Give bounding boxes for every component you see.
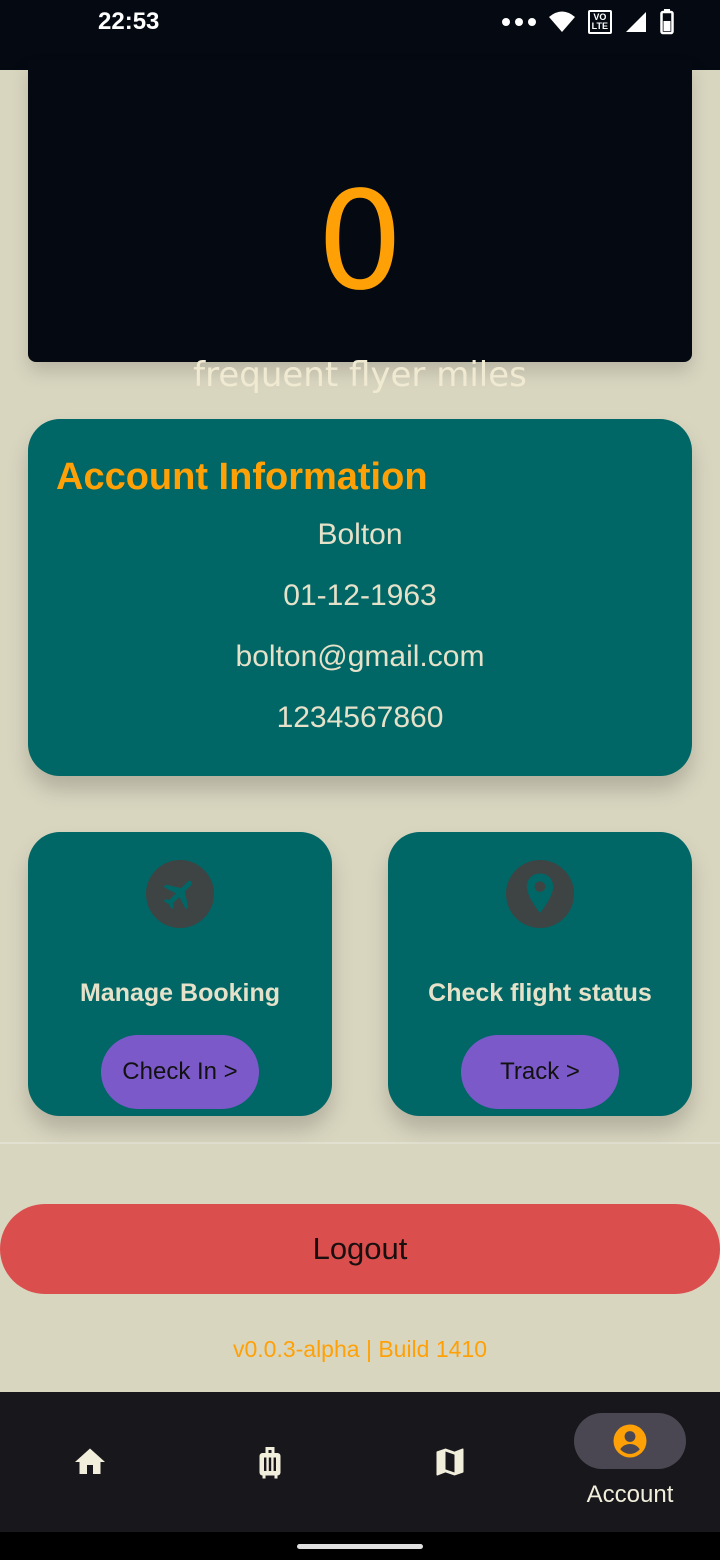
nav-item-bookings[interactable] [180,1392,360,1532]
signal-icon [626,12,646,32]
luggage-icon [259,1447,281,1479]
account-email: bolton@gmail.com [235,640,485,673]
logout-button[interactable]: Logout [0,1204,720,1294]
flight-status-card: Check flight status Track > [388,832,692,1116]
map-pin-icon [506,860,574,928]
battery-icon [660,9,674,35]
account-dob: 01-12-1963 [283,579,437,612]
nav-item-map[interactable] [360,1392,540,1532]
nav-account-active-indicator [574,1413,686,1469]
manage-booking-title: Manage Booking [79,979,280,1007]
nav-account-label: Account [586,1481,674,1508]
check-in-button[interactable]: Check In > [101,1035,259,1109]
wifi-icon [548,11,575,32]
airplane-icon [146,860,214,928]
version-label: v0.0.3-alpha | Build 1410 [232,1336,488,1362]
system-navigation-bar [0,1532,720,1560]
map-icon [436,1448,464,1476]
account-icon [613,1424,647,1458]
account-name: Bolton [317,518,403,551]
status-icons: VO LTE [501,8,674,36]
section-divider [0,1142,720,1144]
flight-status-title: Check flight status [428,979,652,1007]
track-button[interactable]: Track > [461,1035,619,1109]
bottom-navigation: Account [0,1392,720,1532]
status-time: 22:53 [98,8,160,35]
miles-value: 0 [316,163,404,321]
account-info-card: Account Information Bolton 01-12-1963 bo… [28,419,692,776]
more-dots-icon [501,18,536,26]
nav-item-home[interactable] [0,1392,180,1532]
account-phone: 1234567860 [276,701,444,734]
miles-card: 0 frequent flyer miles [28,60,692,395]
home-icon [75,1448,105,1474]
home-indicator[interactable] [297,1544,423,1549]
volte-icon: VO LTE [587,10,612,34]
manage-booking-card: Manage Booking Check In > [28,832,332,1116]
account-title: Account Information [56,456,428,498]
miles-label: frequent flyer miles [193,355,527,395]
